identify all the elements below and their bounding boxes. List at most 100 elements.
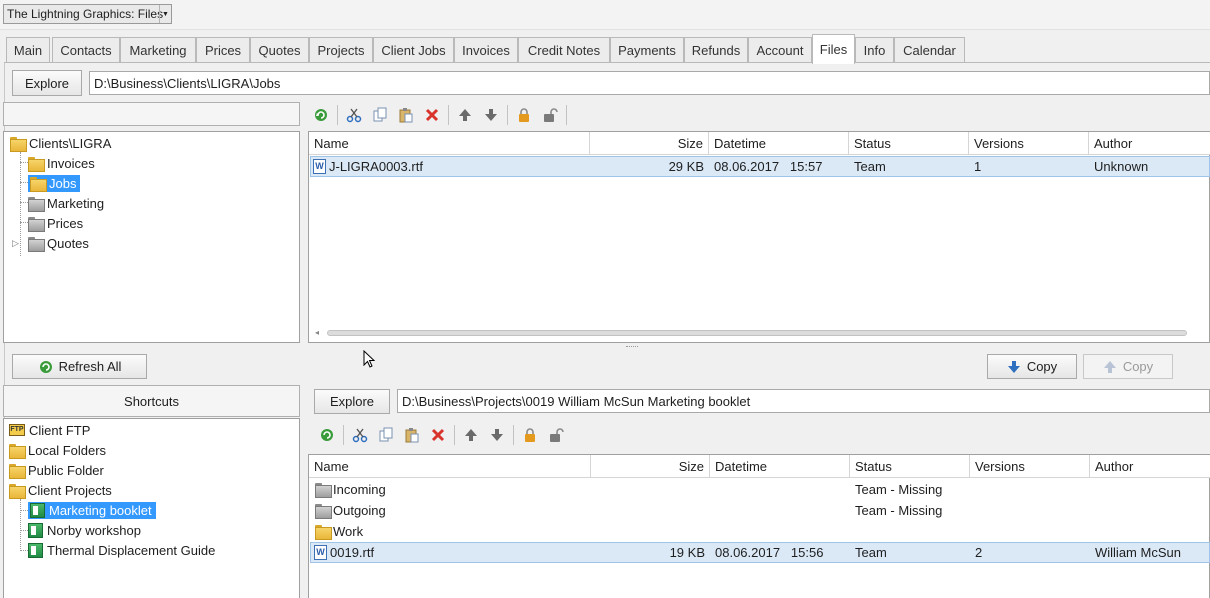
unlock-icon[interactable] — [543, 424, 569, 446]
tree-item-root[interactable]: Clients\LIGRA — [10, 133, 111, 153]
tab-info[interactable]: Info — [855, 37, 894, 63]
shortcut-client-ftp[interactable]: FTP Client FTP — [9, 420, 90, 440]
refresh-all-button[interactable]: Refresh All — [12, 354, 147, 379]
tree-item-invoices[interactable]: Invoices — [28, 153, 95, 173]
tab-refunds[interactable]: Refunds — [684, 37, 748, 63]
tree-line — [20, 550, 28, 551]
column-header-status[interactable]: Status — [849, 132, 969, 155]
tab-quotes[interactable]: Quotes — [250, 37, 309, 63]
table-row[interactable]: Outgoing Team - Missing — [309, 500, 1210, 521]
tab-client-jobs[interactable]: Client Jobs — [373, 37, 454, 63]
paste-icon[interactable] — [393, 104, 419, 126]
cell-datetime: 08.06.2017 15:57 — [714, 159, 823, 174]
tab-prices[interactable]: Prices — [196, 37, 250, 63]
tab-contacts[interactable]: Contacts — [52, 37, 120, 63]
bottom-path-field[interactable]: D:\Business\Projects\0019 William McSun … — [397, 389, 1210, 413]
column-header-label: Datetime — [715, 458, 768, 474]
top-path-text: D:\Business\Clients\LIGRA\Jobs — [94, 75, 281, 91]
horizontal-scrollbar[interactable]: ◂ — [313, 327, 1207, 339]
tab-invoices[interactable]: Invoices — [454, 37, 518, 63]
chevron-down-icon[interactable]: ▼ — [159, 5, 171, 23]
column-header-name[interactable]: Name — [309, 132, 590, 155]
cut-icon[interactable] — [341, 104, 367, 126]
lock-icon[interactable] — [517, 424, 543, 446]
column-header-size[interactable]: Size — [591, 455, 710, 478]
paste-icon[interactable] — [399, 424, 425, 446]
move-up-icon[interactable] — [458, 424, 484, 446]
table-row[interactable]: Work — [309, 521, 1210, 542]
shortcuts-title: Shortcuts — [124, 393, 179, 409]
shortcut-label: Client FTP — [29, 422, 91, 438]
refresh-icon[interactable] — [314, 424, 340, 446]
column-header-author[interactable]: Author — [1089, 132, 1210, 155]
refresh-icon[interactable] — [308, 104, 334, 126]
tree-item-prices[interactable]: Prices — [28, 213, 83, 233]
column-header-label: Versions — [974, 135, 1024, 151]
unlock-icon[interactable] — [537, 104, 563, 126]
top-path-field[interactable]: D:\Business\Clients\LIGRA\Jobs — [89, 71, 1210, 95]
move-down-icon[interactable] — [484, 424, 510, 446]
tab-files[interactable]: Files — [812, 34, 855, 64]
tab-account[interactable]: Account — [748, 37, 812, 63]
move-down-icon[interactable] — [478, 104, 504, 126]
column-header-label: Size — [677, 135, 703, 151]
copy-down-button[interactable]: Copy — [987, 354, 1077, 379]
cell-datetime: 08.06.2017 15:56 — [715, 545, 824, 560]
delete-icon[interactable] — [425, 424, 451, 446]
splitter-grip[interactable] — [626, 346, 638, 347]
column-header-size[interactable]: Size — [590, 132, 709, 155]
shortcut-public-folder[interactable]: Public Folder — [9, 460, 104, 480]
folder-icon — [9, 483, 26, 499]
tab-projects[interactable]: Projects — [309, 37, 373, 63]
shortcut-thermal-displacement-guide[interactable]: Thermal Displacement Guide — [28, 540, 215, 560]
column-header-author[interactable]: Author — [1090, 455, 1210, 478]
column-header-datetime[interactable]: Datetime — [710, 455, 850, 478]
shortcut-norby-workshop[interactable]: Norby workshop — [28, 520, 141, 540]
table-row[interactable]: Incoming Team - Missing — [309, 479, 1210, 500]
folder-icon — [9, 443, 26, 459]
column-header-datetime[interactable]: Datetime — [709, 132, 849, 155]
copy-up-button[interactable]: Copy — [1083, 354, 1173, 379]
bottom-explore-button[interactable]: Explore — [314, 389, 390, 414]
scroll-left-icon[interactable]: ◂ — [315, 328, 319, 337]
tab-credit-notes[interactable]: Credit Notes — [518, 37, 610, 63]
shortcut-label: Client Projects — [28, 482, 112, 498]
tab-marketing[interactable]: Marketing — [120, 37, 196, 63]
copy-icon[interactable] — [373, 424, 399, 446]
cell-versions: 1 — [974, 159, 982, 174]
shortcut-marketing-booklet[interactable]: Marketing booklet — [26, 500, 156, 520]
column-header-name[interactable]: Name — [309, 455, 591, 478]
tab-calendar[interactable]: Calendar — [894, 37, 965, 63]
tree-item-label: Quotes — [47, 235, 89, 251]
tab-payments[interactable]: Payments — [610, 37, 684, 63]
column-header-versions[interactable]: Versions — [970, 455, 1090, 478]
column-header-label: Author — [1095, 458, 1134, 474]
shortcut-client-projects[interactable]: Client Projects — [9, 480, 112, 500]
delete-icon[interactable] — [419, 104, 445, 126]
tree-line — [20, 162, 28, 163]
top-explore-button[interactable]: Explore — [12, 70, 82, 96]
lock-icon[interactable] — [511, 104, 537, 126]
window-title-combo[interactable]: The Lightning Graphics: Files ▼ — [3, 4, 172, 24]
tab-main[interactable]: Main — [6, 37, 50, 63]
tree-item-jobs[interactable]: Jobs — [26, 173, 81, 193]
window-title: The Lightning Graphics: Files — [7, 7, 164, 21]
column-header-status[interactable]: Status — [850, 455, 970, 478]
cut-icon[interactable] — [347, 424, 373, 446]
tree-line — [20, 499, 21, 551]
scrollbar-thumb[interactable] — [327, 330, 1187, 336]
copy-icon[interactable] — [367, 104, 393, 126]
tree-item-quotes[interactable]: ▷ Quotes — [12, 233, 89, 253]
tab-label: Account — [756, 43, 804, 58]
tab-label: Payments — [618, 43, 676, 58]
tree-item-marketing[interactable]: Marketing — [28, 193, 104, 213]
cell-size: 29 KB — [668, 159, 704, 174]
move-up-icon[interactable] — [452, 104, 478, 126]
table-row[interactable]: 0019.rtf 19 KB 08.06.2017 15:56 Team 2 W… — [309, 542, 1210, 563]
column-header-versions[interactable]: Versions — [969, 132, 1089, 155]
word-document-icon — [314, 545, 327, 560]
expand-icon[interactable]: ▷ — [12, 238, 28, 249]
tab-label: Refunds — [691, 43, 741, 58]
column-header-label: Versions — [975, 458, 1025, 474]
shortcut-local-folders[interactable]: Local Folders — [9, 440, 106, 460]
